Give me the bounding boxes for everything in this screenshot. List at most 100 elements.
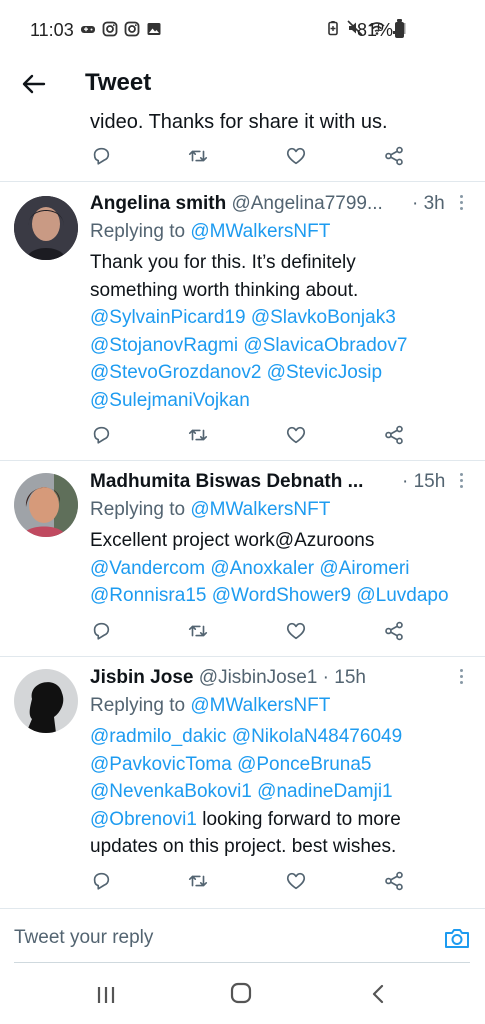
share-button[interactable] — [383, 424, 407, 448]
retweet-button[interactable] — [187, 870, 211, 894]
heart-icon — [286, 622, 306, 640]
back-arrow-icon[interactable] — [22, 74, 46, 94]
author-name[interactable]: Angelina smith — [90, 193, 226, 214]
tweet-body-line: @SulejmaniVojkan — [90, 387, 475, 415]
retweet-button[interactable] — [187, 620, 211, 644]
tweet-reply[interactable]: Madhumita Biswas Debnath ... · 15h Reply… — [0, 461, 485, 656]
mention-link[interactable]: @Obrenovi1 — [90, 809, 197, 830]
tweet-body-line: @StojanovRagmi @SlavicaObradov7 — [90, 332, 475, 360]
mention-link[interactable]: @radmilo_dakic — [90, 726, 227, 747]
author-handle[interactable]: @Angelina7799... — [231, 193, 382, 214]
retweet-button[interactable] — [187, 424, 211, 448]
partial-tweet-body: video. Thanks for share it with us. — [90, 111, 388, 133]
tweet-body-line: @StevoGrozdanov2 @StevicJosip — [90, 359, 475, 387]
replying-to-link[interactable]: @MWalkersNFT — [190, 499, 330, 520]
avatar[interactable] — [14, 669, 78, 733]
more-options-icon[interactable] — [455, 470, 467, 494]
mention-link[interactable]: @Luvdapo — [356, 585, 448, 606]
tweet-body: @radmilo_dakic @NikolaN48476049 @Pavkovic… — [90, 723, 475, 861]
tweet-body: Excellent project work@Azuroons @Vanderco… — [90, 527, 475, 610]
mention-link[interactable]: @NevenkaBokovi1 — [90, 781, 252, 802]
retweet-icon — [188, 150, 208, 162]
mention-link[interactable]: @StevoGrozdanov2 — [90, 362, 261, 383]
more-options-icon[interactable] — [455, 192, 467, 216]
mention-link[interactable]: @StevicJosip — [267, 362, 382, 383]
status-notification-icons — [80, 21, 162, 37]
mention-link[interactable]: @SlavicaObradov7 — [243, 335, 407, 356]
home-icon[interactable] — [230, 982, 252, 1004]
page-title: Tweet — [85, 69, 152, 96]
avatar-image — [14, 196, 78, 260]
retweet-icon — [188, 429, 208, 441]
tweet-body-line: @Vandercom @Anoxkaler @Airomeri — [90, 555, 475, 583]
replying-to-link[interactable]: @MWalkersNFT — [190, 221, 330, 242]
tweet-text: Excellent project work@Azuroons — [90, 530, 375, 551]
tweet-body-line: @Obrenovi1 looking forward to more — [90, 806, 475, 834]
tweet-body-line: something worth thinking about. — [90, 277, 475, 305]
mention-link[interactable]: @Anoxkaler — [210, 558, 314, 579]
tweet-body-line: @PavkovicToma @PonceBruna5 — [90, 751, 475, 779]
mention-link[interactable]: @PonceBruna5 — [237, 754, 371, 775]
author-name[interactable]: Jisbin Jose — [90, 667, 194, 688]
reply-button[interactable] — [90, 424, 114, 448]
mention-link[interactable]: @NikolaN48476049 — [232, 726, 402, 747]
tweet-header: Jisbin Jose @JisbinJose1 · 15h — [90, 664, 435, 692]
tweet-body-line: Excellent project work@Azuroons — [90, 527, 475, 555]
reply-button[interactable] — [90, 145, 114, 169]
tweet-text: Thank you for this. It’s definitely — [90, 252, 356, 273]
replying-to-link[interactable]: @MWalkersNFT — [190, 695, 330, 716]
mention-link[interactable]: @StojanovRagmi — [90, 335, 238, 356]
recents-icon[interactable] — [95, 984, 117, 1006]
share-icon — [385, 146, 403, 166]
like-button[interactable] — [285, 145, 309, 169]
tweet-header: Angelina smith @Angelina7799... — [90, 190, 435, 218]
share-icon — [385, 425, 403, 445]
avatar[interactable] — [14, 473, 78, 537]
reply-composer: Tweet your reply — [0, 908, 485, 971]
more-options-icon[interactable] — [455, 666, 467, 690]
avatar[interactable] — [14, 196, 78, 260]
like-button[interactable] — [285, 620, 309, 644]
tweet-time: · 15h — [322, 667, 366, 688]
tweet-header: Madhumita Biswas Debnath ... — [90, 468, 435, 496]
tweet-actions — [90, 870, 420, 894]
mention-link[interactable]: @Airomeri — [319, 558, 409, 579]
reply-input[interactable]: Tweet your reply — [14, 927, 153, 949]
tweet-text: updates on this project. best wishes. — [90, 836, 397, 857]
mention-link[interactable]: @Vandercom — [90, 558, 205, 579]
image-icon — [147, 23, 161, 35]
reply-input-underline — [14, 962, 470, 963]
tweet-reply[interactable]: Angelina smith @Angelina7799... · 3h Rep… — [0, 182, 485, 461]
mention-link[interactable]: @Ronnisra15 — [90, 585, 206, 606]
back-nav-icon[interactable] — [368, 983, 388, 1005]
tweet-body: Thank you for this. It’s definitely somet… — [90, 249, 475, 414]
share-button[interactable] — [383, 620, 407, 644]
mention-link[interactable]: @SylvainPicard19 — [90, 307, 246, 328]
share-button[interactable] — [383, 145, 407, 169]
like-button[interactable] — [285, 424, 309, 448]
mention-link[interactable]: @nadineDamji1 — [257, 781, 392, 802]
reply-icon — [93, 426, 110, 444]
like-button[interactable] — [285, 870, 309, 894]
author-handle[interactable]: @JisbinJose1 — [199, 667, 318, 688]
reply-button[interactable] — [90, 870, 114, 894]
retweet-button[interactable] — [187, 145, 211, 169]
status-time: 11:03 — [30, 20, 74, 40]
mention-link[interactable]: @WordShower9 — [212, 585, 351, 606]
tweet-body-line: @Ronnisra15 @WordShower9 @Luvdapo — [90, 582, 475, 610]
heart-icon — [286, 872, 306, 890]
tweet-actions — [90, 620, 420, 644]
tweet-body-line: updates on this project. best wishes. — [90, 833, 475, 861]
tweet-reply[interactable]: Jisbin Jose @JisbinJose1 · 15h Replying … — [0, 657, 485, 907]
share-button[interactable] — [383, 870, 407, 894]
reply-button[interactable] — [90, 620, 114, 644]
author-name[interactable]: Madhumita Biswas Debnath ... — [90, 471, 363, 492]
mention-link[interactable]: @SulejmaniVojkan — [90, 390, 250, 411]
avatar-image — [14, 473, 78, 537]
mention-link[interactable]: @PavkovicToma — [90, 754, 232, 775]
battery-saver-icon — [328, 21, 338, 36]
replying-to-label: Replying to — [90, 695, 191, 716]
reply-icon — [93, 872, 110, 890]
camera-icon[interactable] — [444, 926, 470, 950]
mention-link[interactable]: @SlavkoBonjak3 — [251, 307, 396, 328]
